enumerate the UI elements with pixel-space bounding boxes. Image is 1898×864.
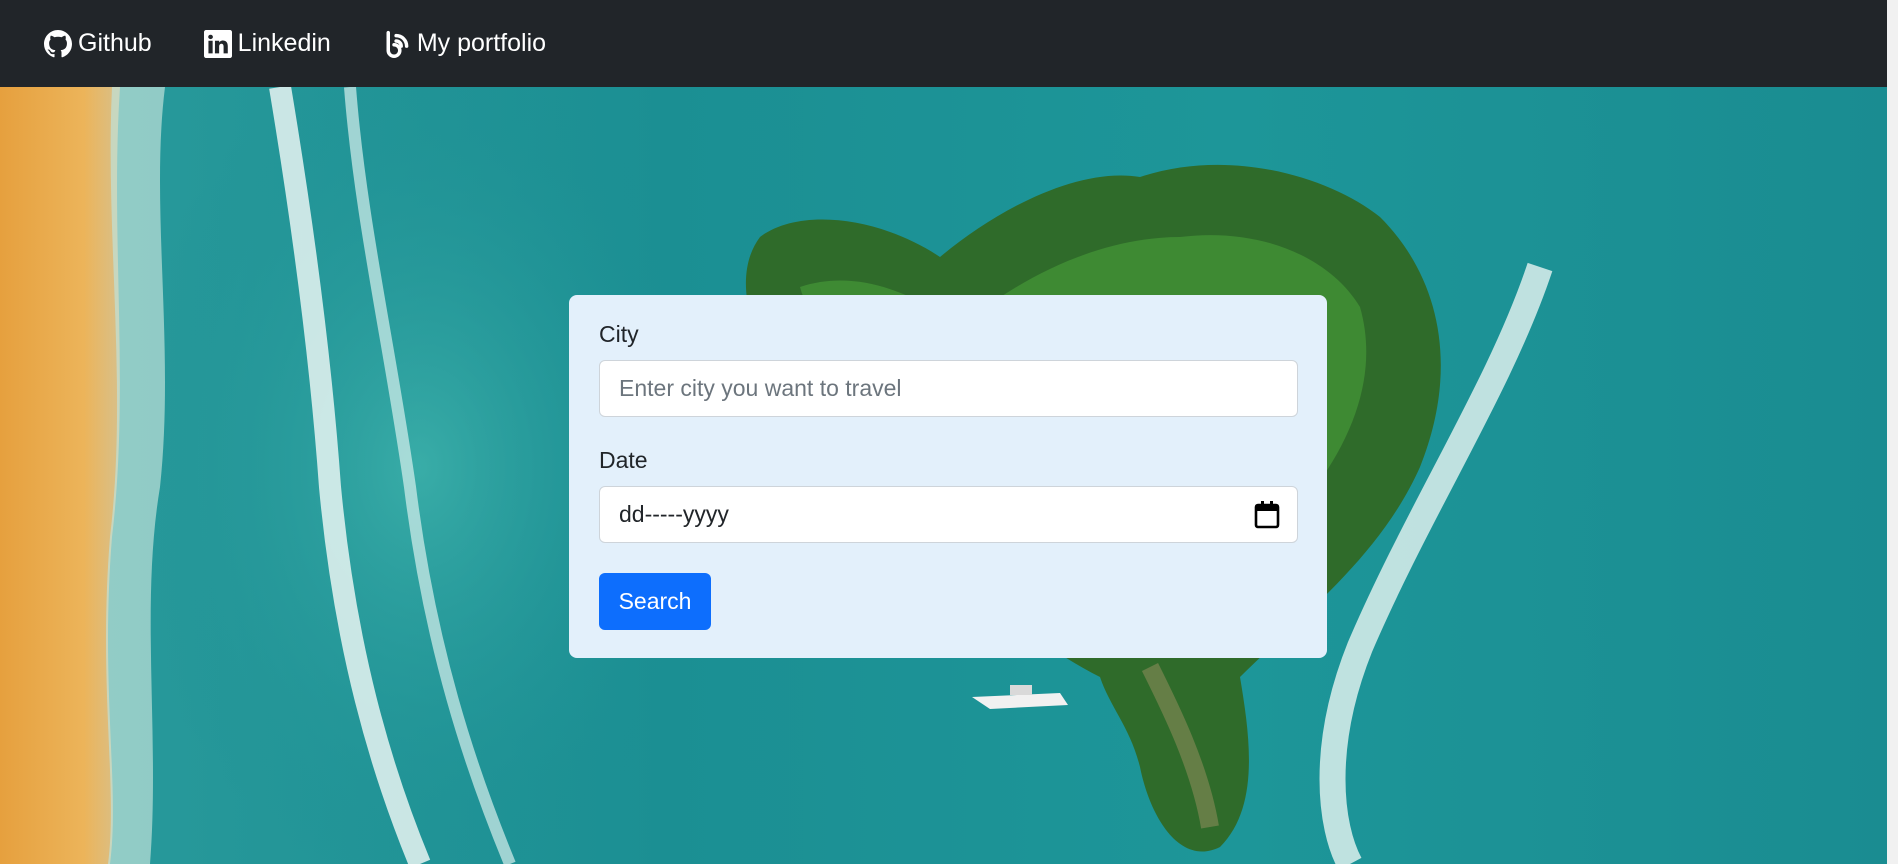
linkedin-icon <box>203 29 232 58</box>
search-button[interactable]: Search <box>599 573 711 630</box>
nav-link-portfolio-label: My portfolio <box>416 29 547 57</box>
city-input[interactable]: Enter city you want to travel <box>599 360 1298 417</box>
top-navbar: Github Linkedin My portfolio <box>0 0 1898 87</box>
nav-link-linkedin-label: Linkedin <box>237 29 331 57</box>
nav-link-portfolio[interactable]: My portfolio <box>383 29 546 58</box>
city-label: City <box>599 321 639 347</box>
blogger-icon <box>386 30 409 58</box>
date-label: Date <box>599 447 648 473</box>
nav-link-linkedin[interactable]: Linkedin <box>203 29 331 58</box>
date-input-value: dd-----yyyy <box>619 501 729 527</box>
search-card: City Enter city you want to travel Date … <box>569 295 1327 658</box>
nav-link-github[interactable]: Github <box>44 29 152 58</box>
scrollbar-gutter <box>1887 0 1898 864</box>
date-input[interactable]: dd-----yyyy <box>599 486 1298 543</box>
nav-link-github-label: Github <box>78 29 152 57</box>
github-icon <box>44 29 72 57</box>
calendar-icon[interactable] <box>1254 501 1280 529</box>
city-input-placeholder: Enter city you want to travel <box>619 375 902 401</box>
